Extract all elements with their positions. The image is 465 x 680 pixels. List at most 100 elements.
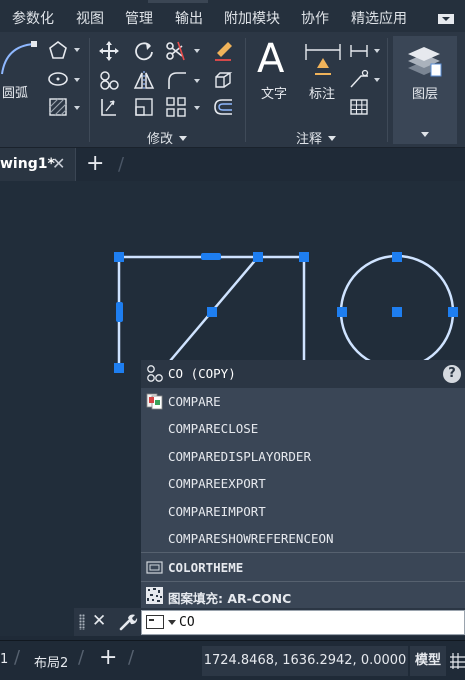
hatch-icon[interactable] (47, 96, 69, 118)
text-icon[interactable]: A (257, 36, 284, 82)
ribbon-minimize-button[interactable] (438, 14, 454, 24)
menu-output[interactable]: 输出 (175, 8, 203, 28)
offset-icon[interactable] (212, 96, 234, 118)
autocomplete-item-compareclose[interactable]: COMPARECLOSE (141, 415, 465, 442)
array-dropdown-icon[interactable] (194, 106, 200, 110)
grip (207, 307, 217, 317)
recent-commands-dropdown-icon[interactable] (168, 620, 176, 625)
autocomplete-item-label: COMPARE (168, 394, 221, 409)
autocomplete-item-comparedisplayorder[interactable]: COMPAREDISPLAYORDER (141, 443, 465, 470)
document-tab-label: wing1* (0, 156, 55, 172)
add-layout-button[interactable]: + (99, 645, 117, 670)
layers-icon (408, 47, 442, 77)
fillet-icon[interactable] (166, 69, 188, 91)
layers-label: 图层 (412, 87, 439, 102)
dimension-label[interactable]: 标注 (309, 83, 335, 102)
text-label[interactable]: 文字 (261, 83, 287, 102)
arc-label[interactable]: 圆弧 (2, 82, 28, 101)
trim-icon[interactable] (164, 40, 186, 62)
panel-separator (89, 38, 90, 142)
grid-icon[interactable] (450, 651, 465, 671)
annotation-panel-title[interactable]: 注释 (296, 128, 337, 147)
modify-panel-title[interactable]: 修改 (147, 128, 188, 147)
menu-view[interactable]: 视图 (76, 8, 104, 28)
command-line: ✕ CO (74, 608, 465, 636)
drag-handle-icon[interactable] (79, 614, 85, 630)
panel-separator (245, 38, 246, 142)
dimension-icon[interactable] (303, 40, 343, 80)
autocomplete-item-label: COMPAREIMPORT (168, 504, 266, 519)
new-tab-button[interactable]: + (86, 151, 104, 176)
polygon-icon[interactable] (47, 39, 69, 61)
linear-dimension-dropdown-icon[interactable] (374, 49, 380, 53)
autocomplete-item-label: COLORTHEME (168, 560, 244, 575)
scale-icon[interactable] (133, 96, 155, 118)
document-tab[interactable]: wing1* ✕ (0, 148, 76, 181)
autocomplete-item-compare[interactable]: COMPARE (141, 388, 465, 415)
mirror-icon[interactable] (133, 69, 155, 91)
autocomplete-item-colortheme[interactable]: COLORTHEME (141, 554, 465, 581)
copy-icon (147, 365, 163, 382)
autocomplete-item-compareshowreferenceon[interactable]: COMPARESHOWREFERENCEON (141, 525, 465, 552)
trim-dropdown-icon[interactable] (194, 49, 200, 53)
array-icon[interactable] (165, 96, 187, 118)
menu-addins[interactable]: 附加模块 (224, 8, 280, 28)
grip (392, 252, 402, 262)
close-tab-icon[interactable]: ✕ (52, 154, 65, 173)
layout-tab-2[interactable]: 布局2 (34, 652, 68, 671)
layers-panel[interactable]: 图层 (393, 36, 457, 144)
polygon-dropdown-icon[interactable] (74, 48, 80, 52)
autocomplete-divider (141, 552, 465, 553)
close-command-line-icon[interactable]: ✕ (92, 611, 106, 631)
autocomplete-item-compareexport[interactable]: COMPAREEXPORT (141, 470, 465, 497)
help-icon[interactable]: ? (443, 365, 461, 383)
wrench-icon[interactable] (118, 612, 138, 632)
menu-bar: 参数化 视图 管理 输出 附加模块 协作 精选应用 (0, 0, 465, 32)
grip (201, 253, 221, 260)
rotate-icon[interactable] (133, 40, 155, 62)
stretch-icon[interactable] (98, 96, 120, 118)
tab-divider: / (14, 647, 21, 668)
compare-icon (146, 393, 163, 410)
document-tab-bar: wing1* ✕ + / (0, 148, 465, 181)
grip (299, 252, 309, 262)
erase-icon[interactable] (212, 40, 234, 62)
status-bar: 1 / 布局2 / + / 1724.8468, 1636.2942, 0.00… (0, 640, 465, 680)
hatch-pattern-icon (146, 587, 163, 604)
selection-grips (114, 252, 458, 373)
grip (114, 252, 124, 262)
autocomplete-item-compareimport[interactable]: COMPAREIMPORT (141, 498, 465, 525)
hatch-dropdown-icon[interactable] (74, 106, 80, 110)
arc-icon[interactable] (0, 38, 40, 78)
leader-icon[interactable] (348, 68, 370, 90)
linear-dimension-icon[interactable] (348, 40, 370, 62)
autocomplete-header[interactable]: CO (COPY) ? (141, 360, 465, 388)
move-icon[interactable] (98, 40, 120, 62)
autocomplete-item-label: COMPAREEXPORT (168, 476, 266, 491)
colortheme-icon (146, 561, 163, 574)
autocomplete-item-hatch-pattern[interactable]: 图案填充: AR-CONC (141, 582, 465, 609)
ellipse-dropdown-icon[interactable] (74, 78, 80, 82)
command-input[interactable]: CO (141, 610, 465, 635)
command-prompt-icon[interactable] (146, 615, 164, 629)
annotation-panel-label: 注释 (296, 132, 323, 147)
table-icon[interactable] (348, 96, 370, 118)
tab-divider: / (118, 154, 125, 175)
ellipse-icon[interactable] (47, 68, 69, 90)
chevron-down-icon[interactable] (421, 128, 429, 143)
menu-parametric[interactable]: 参数化 (12, 8, 54, 28)
fillet-dropdown-icon[interactable] (194, 79, 200, 83)
autocomplete-item-label: 图案填充: AR-CONC (168, 591, 292, 606)
3d-box-icon[interactable] (212, 69, 234, 91)
grip (392, 307, 402, 317)
menu-collaborate[interactable]: 协作 (301, 8, 329, 28)
cursor-coordinates[interactable]: 1724.8468, 1636.2942, 0.0000 (202, 646, 408, 676)
layout-tab-1[interactable]: 1 (0, 652, 8, 667)
menu-featured-apps[interactable]: 精选应用 (351, 8, 407, 28)
model-space-button[interactable]: 模型 (410, 646, 446, 676)
ribbon: 圆弧 修改 A 文字 标注 注释 图层 (0, 32, 465, 148)
grip (114, 363, 124, 373)
leader-dropdown-icon[interactable] (374, 78, 380, 82)
menu-manage[interactable]: 管理 (125, 8, 153, 28)
copy-icon[interactable] (98, 69, 120, 91)
